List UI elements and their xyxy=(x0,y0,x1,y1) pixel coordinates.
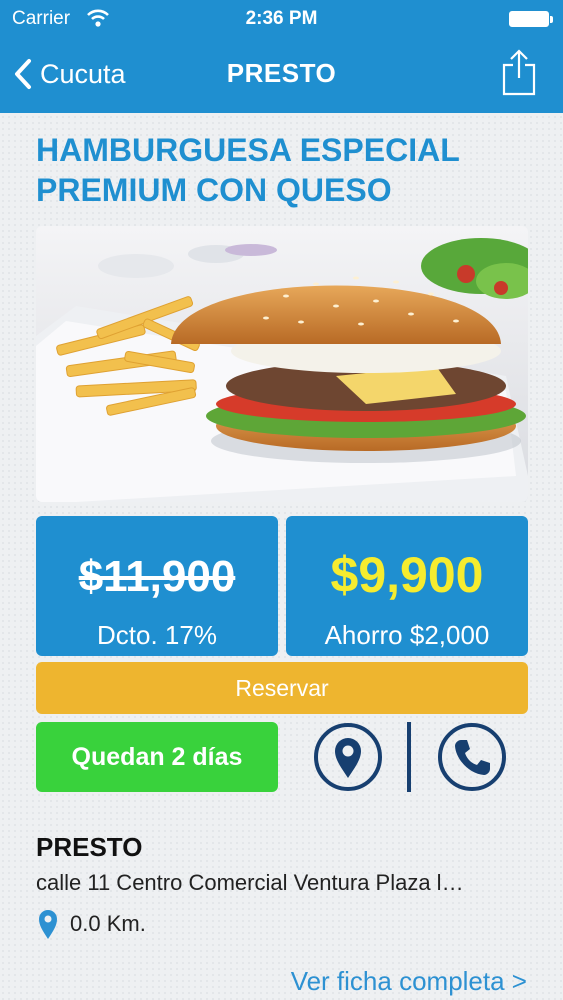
share-button[interactable] xyxy=(501,48,537,96)
share-icon xyxy=(502,49,536,96)
action-divider xyxy=(407,722,411,792)
remaining-days-badge: Quedan 2 días xyxy=(36,722,278,792)
battery-icon xyxy=(509,11,553,27)
original-price: $11,900 xyxy=(78,552,236,601)
product-title-line1: HAMBURGUESA ESPECIAL xyxy=(36,132,460,168)
phone-icon xyxy=(438,723,506,791)
business-name: PRESTO xyxy=(36,832,143,862)
business-address: calle 11 Centro Comercial Ventura Plaza … xyxy=(36,870,464,895)
status-bar: Carrier 2:36 PM xyxy=(0,0,563,38)
top-bar: Carrier 2:36 PM Cucuta PRESTO xyxy=(0,0,563,113)
discount-label: Dcto. 17% xyxy=(97,620,217,650)
product-title: HAMBURGUESA ESPECIAL PREMIUM CON QUESO xyxy=(36,130,536,210)
view-full-details-link[interactable]: Ver ficha completa > xyxy=(291,966,527,997)
status-time: 2:36 PM xyxy=(245,8,318,29)
location-pin-icon xyxy=(314,723,382,791)
reserve-button[interactable]: Reservar xyxy=(36,662,528,714)
final-price: $9,900 xyxy=(330,547,484,603)
final-price-box: $9,900 Ahorro $2,000 xyxy=(286,516,528,656)
distance-row: 0.0 Km. xyxy=(38,908,146,940)
product-title-line2: PREMIUM CON QUESO xyxy=(36,172,392,208)
call-button[interactable] xyxy=(437,722,507,792)
navigation-bar: Cucuta PRESTO xyxy=(0,46,563,106)
location-button[interactable] xyxy=(313,722,383,792)
nav-title: PRESTO xyxy=(226,58,337,88)
original-price-box: $11,900 Dcto. 17% xyxy=(36,516,278,656)
product-image xyxy=(36,226,528,502)
location-pin-icon xyxy=(39,910,57,939)
burger-with-fries-photo xyxy=(36,226,528,502)
distance-value: 0.0 Km. xyxy=(70,911,146,936)
savings-label: Ahorro $2,000 xyxy=(324,620,490,650)
